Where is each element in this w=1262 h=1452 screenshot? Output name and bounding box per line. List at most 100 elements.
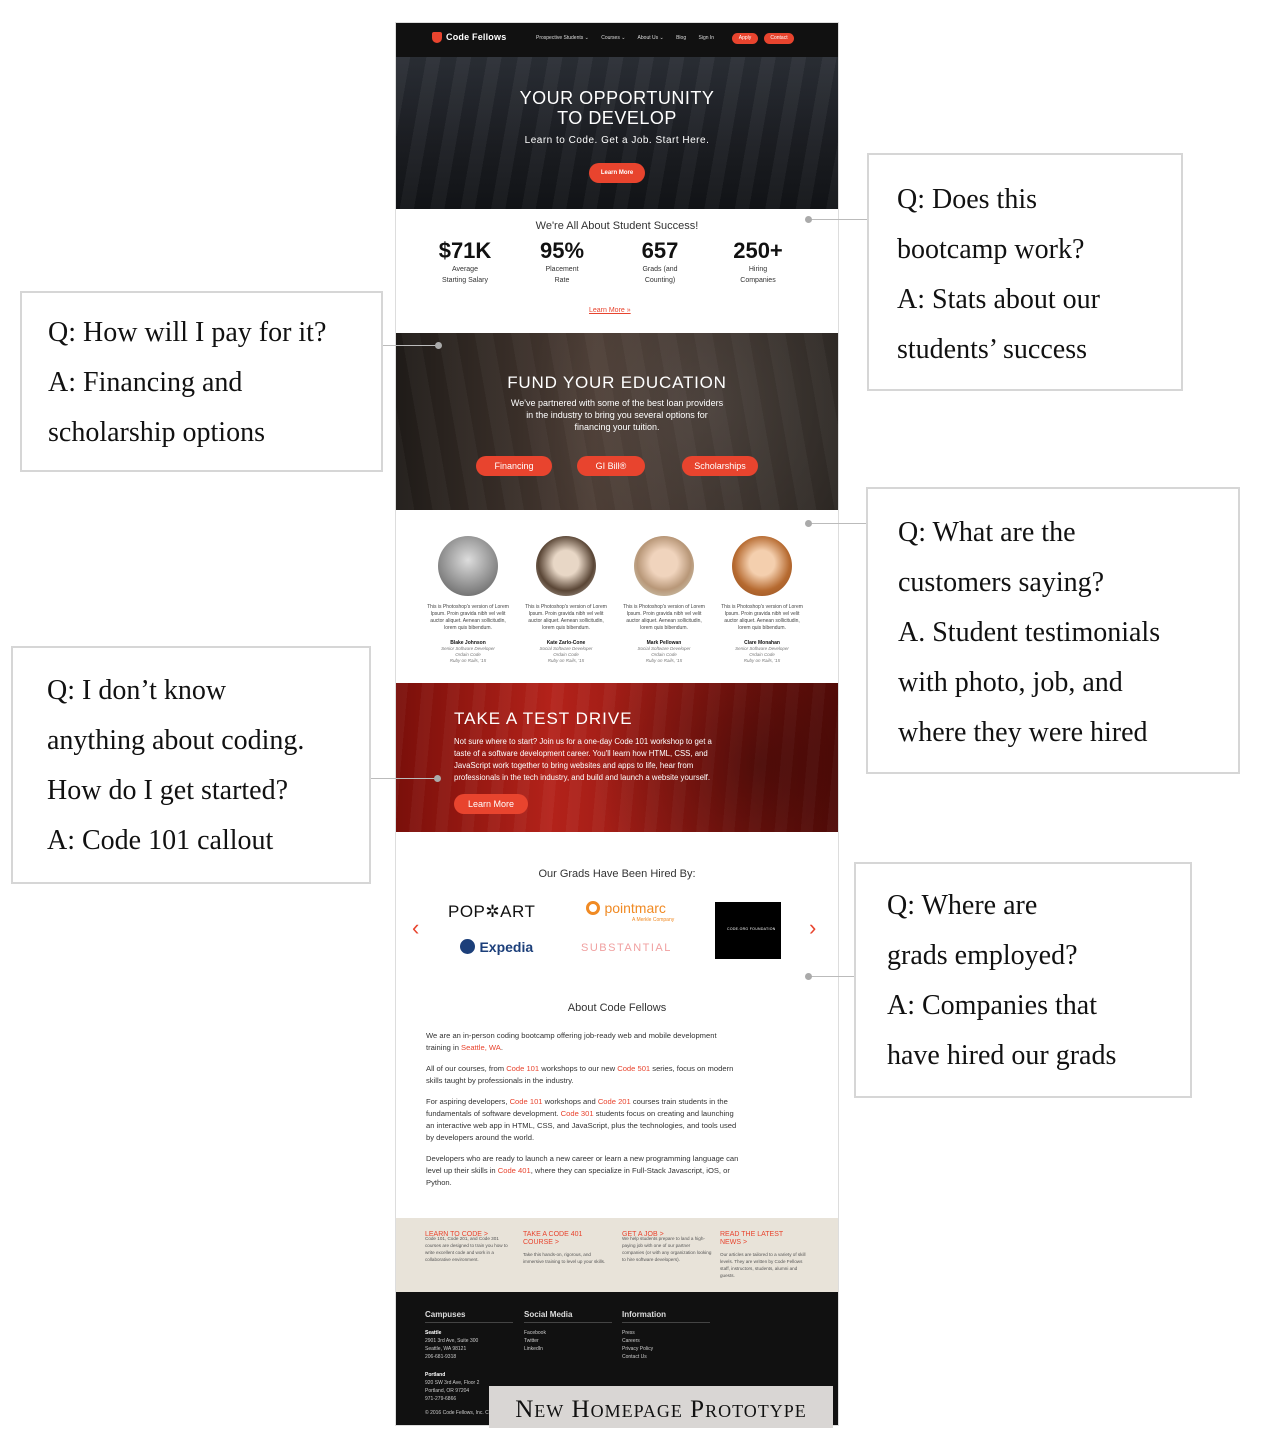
footer-cta-desc: We help students prepare to land a high-… xyxy=(622,1236,712,1262)
pay-callout-leader xyxy=(383,345,439,346)
stat-companies: 250+ Hiring Companies xyxy=(718,238,798,286)
about-text-span: All of our courses, from xyxy=(426,1064,507,1073)
nav-courses[interactable]: Courses ⌄ xyxy=(601,35,625,41)
privacy-policy-link[interactable]: Privacy Policy xyxy=(622,1345,653,1353)
callout-line: A: Financing and xyxy=(48,367,243,398)
callout-line: A: Companies that xyxy=(887,990,1097,1021)
callout-line: anything about coding. xyxy=(47,725,305,756)
testimonial-quote: This is Photoshop's version of Lorem Ips… xyxy=(721,604,803,631)
footer-cta-news[interactable]: READ THE LATEST NEWS > Our articles are … xyxy=(720,1231,810,1279)
testimonial-quote: This is Photoshop's version of Lorem Ips… xyxy=(427,604,509,631)
apply-button[interactable]: Apply xyxy=(732,33,758,44)
stats-callout-dot xyxy=(805,216,812,223)
code-101-link[interactable]: Code 101 xyxy=(506,1064,539,1073)
footer-cta-learn[interactable]: LEARN TO CODE > Code 101, Code 201, and … xyxy=(425,1231,515,1263)
stats-learn-more-link[interactable]: Learn More » xyxy=(589,307,631,314)
stat-label: Grads (and xyxy=(642,266,678,273)
footer-cta-job[interactable]: GET A JOB > We help students prepare to … xyxy=(622,1231,712,1263)
testimonials-callout-leader xyxy=(810,523,867,524)
fund-desc-line: in the industry to bring you several opt… xyxy=(526,410,708,420)
stat-label: Starting Salary xyxy=(442,277,488,284)
contact-us-link[interactable]: Contact Us xyxy=(622,1353,653,1361)
about-text-span: Python. xyxy=(426,1178,452,1187)
twitter-link[interactable]: Twitter xyxy=(524,1337,546,1345)
testimonial-card: This is Photoshop's version of Lorem Ips… xyxy=(718,536,806,664)
callout-line: customers saying? xyxy=(898,567,1105,598)
callout-line: A. Student testimonials xyxy=(898,617,1161,648)
stat-value: 250+ xyxy=(733,238,783,263)
testimonials-callout-dot xyxy=(805,520,812,527)
campus-address: 2901 3rd Ave, Suite 300 xyxy=(425,1338,479,1344)
footer-info-links: Press Careers Privacy Policy Contact Us xyxy=(622,1329,653,1361)
code-101-link[interactable]: Code 101 xyxy=(510,1097,543,1106)
hero-background-photo xyxy=(396,57,838,209)
callout-line: scholarship options xyxy=(48,417,265,448)
employed-callout-dot xyxy=(805,973,812,980)
test-drive-line: professionals in the tech industry, and … xyxy=(454,773,711,782)
about-text-span: by developers around the world. xyxy=(426,1133,535,1142)
code-401-link[interactable]: Code 401 xyxy=(498,1166,531,1175)
scholarships-button[interactable]: Scholarships xyxy=(682,456,758,476)
footer-cta-401[interactable]: TAKE A CODE 401 COURSE > Take this hands… xyxy=(523,1231,613,1265)
campus-phone: 206-681-9318 xyxy=(425,1354,457,1360)
about-text-span: , where they can specialize in Full-Stac… xyxy=(530,1166,730,1175)
footer-cta-title[interactable]: COURSE > xyxy=(523,1239,613,1247)
about-paragraph: We are an in-person coding bootcamp offe… xyxy=(426,1030,811,1054)
test-drive-line: taste of a software development career. … xyxy=(454,749,708,758)
campus-name: Seattle xyxy=(425,1330,442,1336)
footer-cta-title[interactable]: NEWS > xyxy=(720,1239,810,1247)
callout-line: Q: Does this xyxy=(897,184,1037,215)
code-fellows-logo-icon xyxy=(432,32,442,44)
nav-prospective-students[interactable]: Prospective Students ⌄ xyxy=(536,35,589,41)
footer-cta-desc: Code 101, Code 201, and Code 301 courses… xyxy=(425,1236,508,1262)
footer-cta-title[interactable]: TAKE A CODE 401 xyxy=(523,1231,613,1239)
pointmarc-logo: pointmarc A Merkle Company xyxy=(586,899,674,923)
code-501-link[interactable]: Code 501 xyxy=(617,1064,650,1073)
code-201-link[interactable]: Code 201 xyxy=(598,1097,631,1106)
nav-sign-in[interactable]: Sign In xyxy=(699,35,715,41)
about-paragraph: Developers who are ready to launch a new… xyxy=(426,1153,811,1189)
avatar xyxy=(536,536,596,596)
stat-value: 95% xyxy=(539,238,585,263)
code-301-link[interactable]: Code 301 xyxy=(561,1109,594,1118)
about-text-span: students focus on creating and launching xyxy=(593,1109,734,1118)
fund-title: FUND YOUR EDUCATION xyxy=(507,373,727,392)
avatar xyxy=(732,536,792,596)
campus-name: Portland xyxy=(425,1372,446,1378)
expedia-name: Expedia xyxy=(479,938,534,955)
expedia-logo: Expedia xyxy=(460,938,533,956)
pay-callout: Q: How will I pay for it? A: Financing a… xyxy=(20,291,383,472)
carousel-prev-icon[interactable]: ‹ xyxy=(412,915,419,941)
nav-blog[interactable]: Blog xyxy=(676,35,686,41)
footer-cta-title[interactable]: READ THE LATEST xyxy=(720,1231,810,1239)
about-text-span: courses train students in the xyxy=(630,1097,728,1106)
test-drive-learn-more-button[interactable]: Learn More xyxy=(454,794,528,814)
hired-by-title: Our Grads Have Been Hired By: xyxy=(538,868,696,880)
linkedin-link[interactable]: LinkedIn xyxy=(524,1345,546,1353)
top-nav: Code Fellows Prospective Students ⌄ Cour… xyxy=(396,23,838,57)
about-text-span: fundamentals of software development. xyxy=(426,1109,561,1118)
seattle-link[interactable]: Seattle, WA xyxy=(461,1043,501,1052)
popart-logo: POP✲ART xyxy=(448,902,536,921)
brand-logo[interactable]: Code Fellows xyxy=(432,32,506,44)
press-link[interactable]: Press xyxy=(622,1329,653,1337)
hero-learn-more-button[interactable]: Learn More xyxy=(589,163,645,183)
coding-callout-leader xyxy=(371,778,437,779)
homepage-prototype: Code Fellows Prospective Students ⌄ Cour… xyxy=(395,22,839,1426)
about-text-span: an interactive web app in HTML, CSS, and… xyxy=(426,1121,737,1130)
footer-copyright: © 2016 Code Fellows, Inc. Code xyxy=(425,1410,498,1416)
testimonial-quote: This is Photoshop's version of Lorem Ips… xyxy=(623,604,705,631)
footer-campus-seattle: Seattle 2901 3rd Ave, Suite 300 Seattle,… xyxy=(425,1329,478,1361)
campus-address: Portland, OR 97204 xyxy=(425,1388,470,1394)
stat-value: $71K xyxy=(438,238,492,263)
facebook-link[interactable]: Facebook xyxy=(524,1329,546,1337)
hero-section: YOUR OPPORTUNITY TO DEVELOP Learn to Cod… xyxy=(396,57,838,209)
careers-link[interactable]: Careers xyxy=(622,1337,653,1345)
financing-button[interactable]: Financing xyxy=(476,456,552,476)
contact-button[interactable]: Contact xyxy=(764,33,794,44)
carousel-next-icon[interactable]: › xyxy=(809,915,816,941)
gi-bill-button[interactable]: GI Bill® xyxy=(577,456,645,476)
callout-line: bootcamp work? xyxy=(897,234,1085,265)
campus-address: 920 SW 3rd Ave, Floor 2 xyxy=(425,1380,480,1386)
nav-about-us[interactable]: About Us ⌄ xyxy=(638,35,664,41)
